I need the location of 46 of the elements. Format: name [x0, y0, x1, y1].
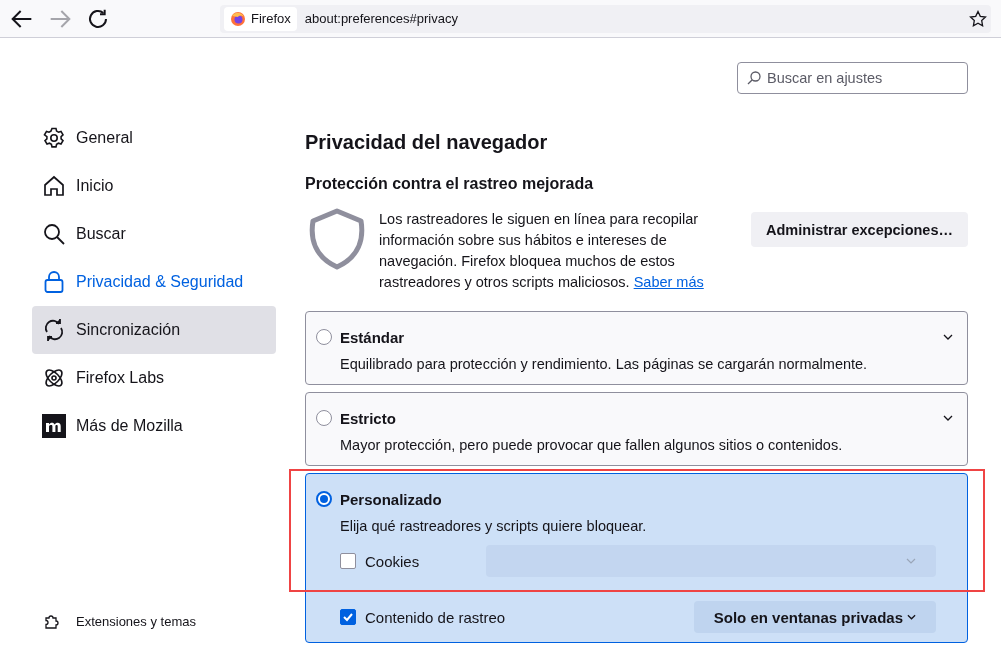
letter-m-icon [42, 414, 66, 438]
checkbox[interactable] [340, 609, 356, 625]
learn-more-link[interactable]: Saber más [633, 274, 704, 290]
search-icon [747, 71, 761, 85]
house-icon [42, 174, 66, 198]
chevron-down-icon[interactable] [943, 415, 953, 421]
address-bar[interactable]: Firefox about:preferences#privacy [220, 4, 991, 33]
radio-button[interactable] [316, 410, 332, 426]
puzzle-piece-icon [44, 612, 62, 630]
manage-exceptions-button[interactable]: Administrar excepciones… [751, 212, 968, 247]
option-description: Equilibrado para protección y rendimiento. Las páginas se cargarán normalmente. [340, 355, 869, 374]
radio-button[interactable] [316, 491, 332, 507]
tracking-description: Los rastreadores le siguen en línea para recopilar información sobre sus hábitos e intereses de navegación. Firefox bloquea muchos de estos rastreadores y otros scripts maliciosos. Saber más [379, 210, 705, 292]
setting-label: Contenido de rastreo [365, 608, 507, 626]
option-description: Elija qué rastreadores y scripts quiere bloquear. [340, 517, 648, 536]
sidebar-footer-link[interactable]: Extensiones y temas [32, 609, 276, 633]
option-title: Estándar [340, 328, 406, 346]
radio-button[interactable] [316, 329, 332, 345]
chevron-down-icon [907, 614, 916, 620]
section-heading: Protección contra el rastreo mejorada [305, 174, 595, 194]
dropdown[interactable]: Solo en ventanas privadas [693, 601, 936, 633]
chevron-down-icon[interactable] [943, 334, 953, 340]
padlock-icon [42, 270, 66, 294]
chevron-down-icon [906, 558, 916, 564]
search-field[interactable]: Buscar en ajustes [737, 62, 968, 94]
sidebar-item[interactable]: Inicio [32, 162, 276, 210]
checkbox[interactable] [340, 553, 356, 569]
sidebar-item[interactable]: Privacidad & Seguridad [32, 258, 276, 306]
identity-box[interactable]: Firefox [224, 6, 297, 31]
search-icon [42, 222, 66, 246]
browser-logo-icon [230, 10, 246, 27]
option-title: Estricto [340, 409, 397, 427]
url-text: about:preferences#privacy [304, 11, 459, 26]
sidebar-item[interactable]: Sincronización [32, 306, 276, 354]
page-heading: Privacidad del navegador [305, 130, 549, 155]
setting-label: Cookies [365, 552, 421, 570]
gear-icon [42, 126, 66, 150]
option-description: Mayor protección, pero puede provocar que fallen algunos sitios o contenidos. [340, 436, 844, 455]
sync-arrows-icon [42, 318, 66, 342]
star-icon[interactable] [969, 9, 987, 28]
sidebar-item[interactable]: General [32, 114, 276, 162]
sidebar-item[interactable]: Buscar [32, 210, 276, 258]
option-title: Personalizado [340, 490, 443, 508]
atom-icon [42, 366, 66, 390]
sidebar-item[interactable]: Firefox Labs [32, 354, 276, 402]
sidebar-item[interactable]: Más de Mozilla [32, 402, 276, 450]
